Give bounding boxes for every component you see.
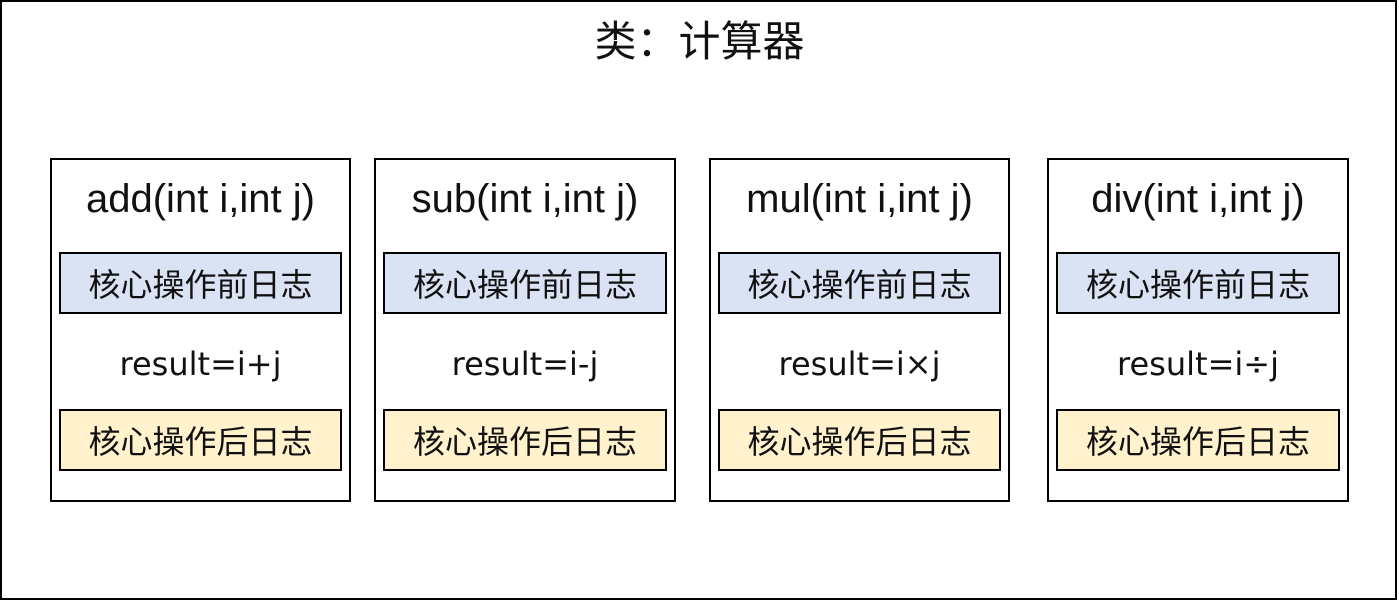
after-log-box: 核心操作后日志 [59, 409, 342, 471]
before-log-box: 核心操作前日志 [59, 252, 342, 314]
method-signature: sub(int i,int j) [411, 177, 639, 221]
method-box-sub: sub(int i,int j) 核心操作前日志 result=i-j 核心操作… [374, 158, 676, 502]
method-body: result=i÷j [1117, 345, 1279, 383]
method-body: result=i-j [451, 345, 599, 383]
before-log-box: 核心操作前日志 [383, 252, 667, 314]
method-body: result=i×j [778, 345, 941, 383]
method-box-add: add(int i,int j) 核心操作前日志 result=i+j 核心操作… [50, 158, 351, 502]
class-title: 类：计算器 [594, 17, 805, 66]
method-box-mul: mul(int i,int j) 核心操作前日志 result=i×j 核心操作… [709, 158, 1010, 502]
before-log-box: 核心操作前日志 [718, 252, 1001, 314]
after-log-box: 核心操作后日志 [718, 409, 1001, 471]
before-log-box: 核心操作前日志 [1056, 252, 1340, 314]
after-log-box: 核心操作后日志 [1056, 409, 1340, 471]
method-signature: add(int i,int j) [86, 177, 315, 221]
method-signature: mul(int i,int j) [746, 177, 973, 221]
method-body: result=i+j [119, 345, 282, 383]
after-log-box: 核心操作后日志 [383, 409, 667, 471]
method-signature: div(int i,int j) [1091, 177, 1305, 221]
method-box-div: div(int i,int j) 核心操作前日志 result=i÷j 核心操作… [1047, 158, 1349, 502]
